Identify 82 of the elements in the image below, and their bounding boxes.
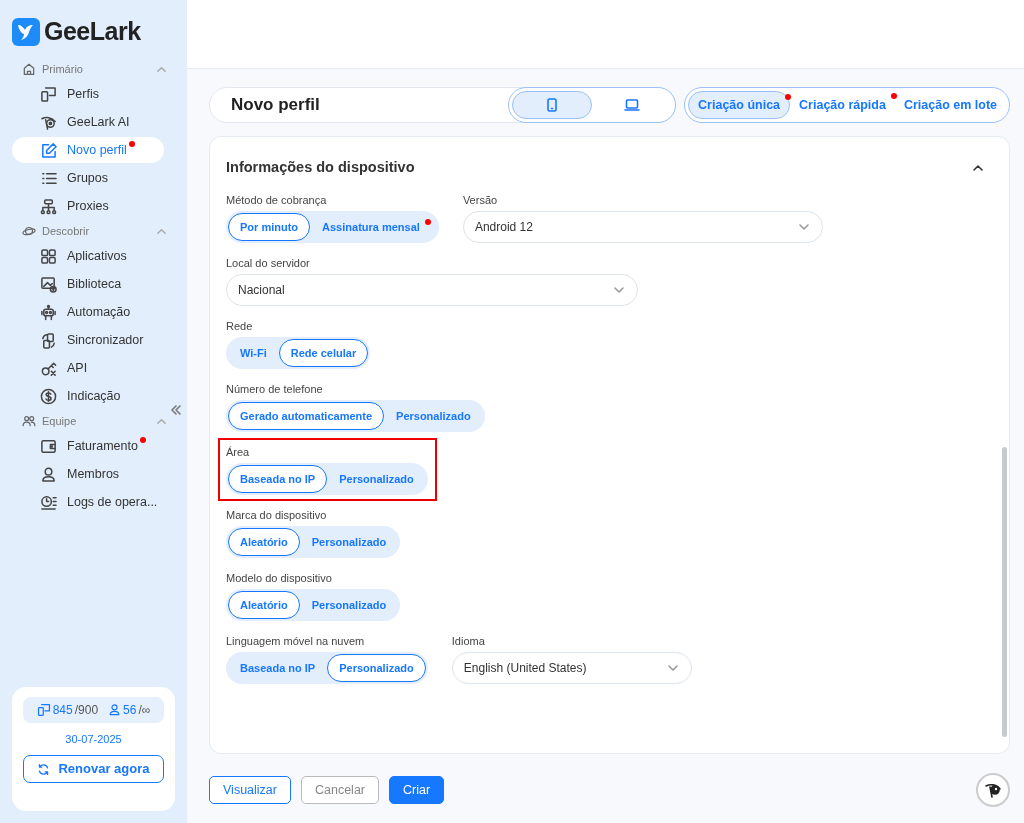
action-button[interactable]: Criar — [389, 776, 445, 804]
field-label: Método de cobrança — [226, 192, 328, 206]
network-icon — [40, 197, 57, 215]
image-icon — [40, 275, 57, 293]
sync-icon — [40, 331, 57, 349]
quota-total: /∞ — [138, 701, 151, 719]
sidebar-item[interactable]: Sincronizador — [12, 327, 164, 353]
field-label: Número de telefone — [226, 381, 324, 395]
option-button[interactable]: Gerado automaticamente — [228, 401, 385, 430]
option-button[interactable]: Wi-Fi — [228, 338, 279, 367]
field-label: Versão — [462, 192, 499, 206]
field-label: Área — [226, 444, 251, 458]
field-label: Idioma — [451, 633, 486, 647]
section-title: Informações do dispositivo — [226, 158, 415, 177]
dollar-icon — [40, 387, 57, 405]
option-button[interactable]: Personalizado — [327, 653, 426, 682]
field-label: Marca do dispositivo — [226, 507, 328, 521]
option-button[interactable]: Personalizado — [299, 590, 399, 619]
scrollbar[interactable] — [1002, 447, 1007, 737]
field-label: Local do servidor — [226, 255, 311, 269]
field-label: Rede — [226, 318, 254, 332]
option-button[interactable]: Aleatório — [228, 527, 300, 556]
dropdown-field[interactable]: English (United States) — [451, 651, 692, 684]
sidebar-item[interactable]: Novo perfil — [12, 137, 164, 163]
edit-icon — [40, 141, 57, 159]
creation-tab[interactable]: Criação em lote — [894, 91, 1006, 119]
section-title: Descobrir — [42, 223, 90, 239]
sidebar-item[interactable]: Logs de opera... — [12, 489, 164, 515]
sidebar-item[interactable]: Automação — [12, 299, 164, 325]
option-button[interactable]: Personalizado — [299, 527, 399, 556]
team-icon — [22, 414, 36, 428]
option-button[interactable]: Baseada no IP — [228, 653, 328, 682]
logo-text: GeeLark — [44, 16, 141, 48]
user-icon — [40, 465, 57, 483]
option-button[interactable]: Por minuto — [228, 212, 311, 241]
section-title: Primário — [42, 61, 83, 77]
sidebar-item[interactable]: Biblioteca — [12, 271, 164, 297]
page-title: Novo perfil — [231, 94, 320, 117]
devices-icon — [36, 702, 51, 717]
creation-tab[interactable]: Criação única — [688, 91, 791, 119]
planet-icon — [22, 224, 36, 238]
sidebar-item[interactable]: Aplicativos — [12, 243, 164, 269]
option-button[interactable]: Personalizado — [384, 401, 483, 430]
devices-icon — [40, 85, 57, 103]
creation-tab[interactable]: Criação rápida — [790, 91, 895, 119]
dropdown-field[interactable]: Android 12 — [462, 210, 823, 243]
option-button[interactable]: Aleatório — [228, 590, 300, 619]
quota-used: 845 — [52, 701, 73, 719]
sidebar-item[interactable]: Perfis — [12, 81, 164, 107]
option-button[interactable]: Assinatura mensal — [310, 212, 437, 241]
home-icon — [22, 62, 36, 76]
sidebar-item[interactable]: GeeLark AI — [12, 109, 164, 135]
quota-total: /900 — [74, 701, 99, 719]
sidebar-item[interactable]: Membros — [12, 461, 164, 487]
bird-logo-icon — [12, 18, 40, 46]
sidebar-item[interactable]: Grupos — [12, 165, 164, 191]
action-button[interactable]: Cancelar — [300, 776, 379, 804]
field-label: Modelo do dispositivo — [226, 570, 333, 584]
section-title: Equipe — [42, 413, 77, 429]
laptop-icon — [624, 97, 641, 113]
option-button[interactable]: Personalizado — [327, 464, 426, 493]
dropdown-field[interactable]: Nacional — [226, 273, 638, 306]
sidebar-item[interactable]: Proxies — [12, 193, 164, 219]
refresh-icon — [37, 762, 51, 776]
action-button[interactable]: Visualizar — [209, 776, 291, 804]
option-button[interactable]: Baseada no IP — [228, 464, 328, 493]
device-tab[interactable] — [512, 91, 593, 119]
robot-icon — [40, 303, 57, 321]
wallet-icon — [40, 437, 57, 455]
assistant-button[interactable] — [976, 773, 1010, 807]
log-icon — [40, 493, 57, 511]
sidebar-item[interactable]: Indicação — [12, 383, 164, 409]
sidebar-item[interactable]: API — [12, 355, 164, 381]
expiry-date: 30-07-2025 — [65, 731, 122, 747]
quota-used: 56 — [123, 701, 137, 719]
field-label: Linguagem móvel na nuvem — [226, 633, 366, 647]
collapse-icon — [170, 404, 182, 416]
grid-icon — [40, 247, 57, 265]
renew-button[interactable]: Renovar agora — [23, 755, 164, 783]
option-button[interactable]: Rede celular — [278, 338, 369, 367]
sidebar-item[interactable]: Faturamento — [12, 433, 164, 459]
user-icon — [108, 703, 122, 716]
